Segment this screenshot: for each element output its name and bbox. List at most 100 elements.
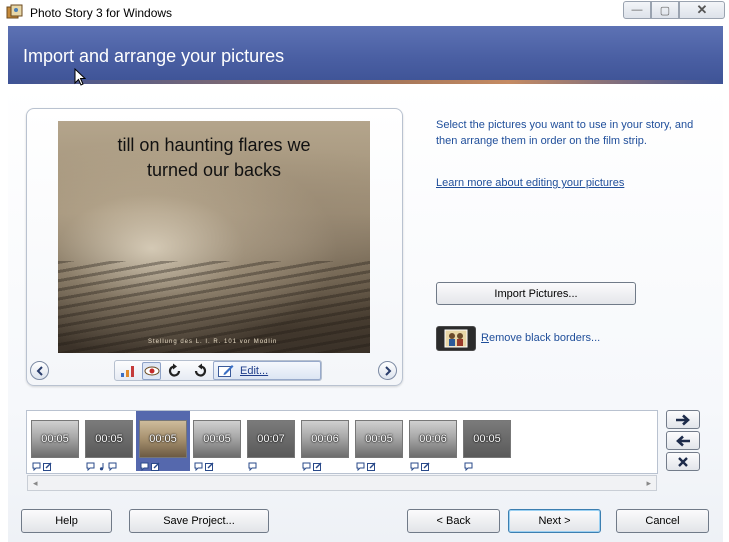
move-left-button[interactable] [666, 431, 700, 450]
photo-caption: till on haunting flares we turned our ba… [58, 133, 370, 183]
thumbnail-duration: 00:05 [41, 433, 69, 445]
remove-black-borders-link[interactable]: Remove black borders... [481, 332, 600, 344]
music-note-icon [97, 460, 106, 471]
film-strip-item[interactable]: 00:05 [460, 411, 514, 472]
thumbnail-status-icons [356, 460, 376, 472]
narration-comment-icon [194, 460, 203, 472]
film-strip-item[interactable]: 00:05 [352, 411, 406, 472]
thumbnail-image: 00:05 [139, 420, 187, 458]
learn-more-link[interactable]: Learn more about editing your pictures [436, 177, 624, 189]
photo-caption-line-2: turned our backs [146, 160, 282, 180]
remove-borders-link-hotkey: R [481, 332, 489, 344]
narration-comment-icon [410, 460, 419, 472]
auto-levels-button[interactable] [118, 362, 137, 380]
edit-button-label: Edit... [240, 364, 269, 377]
rotate-clockwise-icon [194, 363, 206, 377]
page-title: Import and arrange your pictures [23, 46, 285, 66]
thumbnail-status-icons [410, 460, 430, 472]
thumbnail-duration: 00:06 [311, 433, 339, 445]
scroll-right-icon[interactable]: ▸ [646, 478, 651, 489]
film-strip-item[interactable]: 00:05 [136, 411, 190, 472]
close-button[interactable]: ✕ [679, 1, 725, 19]
thumbnail-status-icons [32, 460, 52, 472]
narration-comment-icon [32, 460, 41, 472]
arrow-right-icon [384, 365, 391, 376]
narration-comment-icon [302, 460, 311, 472]
maximize-icon: ▢ [659, 4, 671, 17]
minimize-icon: — [631, 4, 643, 16]
thumbnail-status-icons [464, 460, 473, 472]
narration-comment-icon [248, 460, 257, 472]
instructions-text: Select the pictures you want to use in y… [436, 119, 694, 147]
save-project-button[interactable]: Save Project... [129, 509, 269, 533]
film-strip-item[interactable]: 00:05 [28, 411, 82, 472]
thumbnail-image: 00:05 [355, 420, 403, 458]
edited-icon [367, 460, 376, 471]
rotate-left-button[interactable] [165, 362, 184, 380]
thumbnail-image: 00:05 [85, 420, 133, 458]
thumbnail-image: 00:05 [463, 420, 511, 458]
photo-footnote: Stellung des L. I. R. 101 vor Modlin [148, 339, 278, 345]
close-icon: ✕ [696, 2, 708, 17]
arrow-left-icon [36, 365, 43, 376]
red-eye-icon [144, 366, 159, 376]
move-right-button[interactable] [666, 410, 700, 429]
photo-caption-line-1: till on haunting flares we [117, 135, 311, 155]
film-strip-item[interactable]: 00:06 [298, 411, 352, 472]
remove-borders-link-label: emove black borders... [488, 332, 601, 344]
film-strip-item[interactable]: 00:07 [244, 411, 298, 472]
rotate-counterclockwise-icon [168, 363, 180, 377]
next-button[interactable]: Next > [508, 509, 601, 533]
thumbnail-duration: 00:05 [203, 433, 231, 445]
back-button[interactable]: < Back [407, 509, 500, 533]
narration-comment-icon [86, 460, 95, 472]
window-controls: — ▢ ✕ [623, 1, 725, 19]
title-bar: Photo Story 3 for Windows — ▢ ✕ [0, 0, 729, 26]
window-title: Photo Story 3 for Windows [30, 6, 173, 20]
delete-x-icon [678, 456, 688, 467]
thumbnail-duration: 00:07 [257, 433, 285, 445]
thumbnail-duration: 00:05 [95, 433, 123, 445]
edit-button[interactable]: Edit... [213, 361, 321, 380]
edited-icon [421, 460, 430, 471]
thumbnail-status-icons [302, 460, 322, 472]
film-strip-item[interactable]: 00:05 [190, 411, 244, 472]
edited-icon [151, 460, 160, 471]
remove-picture-button[interactable] [666, 452, 700, 471]
remove-borders-button[interactable] [436, 326, 476, 351]
thumbnail-image: 00:06 [409, 420, 457, 458]
film-strip-item[interactable]: 00:06 [406, 411, 460, 472]
page-header: Import and arrange your pictures [8, 26, 723, 84]
next-picture-button[interactable] [378, 361, 397, 380]
mouse-cursor-icon [74, 68, 86, 86]
minimize-button[interactable]: — [623, 1, 651, 19]
film-strip-scrollbar[interactable]: ◂ ▸ [27, 475, 657, 491]
thumbnail-duration: 00:05 [473, 433, 501, 445]
remove-borders-icon [444, 329, 468, 348]
edit-pencil-icon [218, 365, 234, 377]
film-strip-item[interactable]: 00:05 [82, 411, 136, 472]
thumbnail-duration: 00:05 [365, 433, 393, 445]
maximize-button[interactable]: ▢ [651, 1, 679, 19]
thumbnail-status-icons [140, 460, 160, 472]
narration-comment-icon [464, 460, 473, 472]
narration-comment-icon [108, 460, 117, 472]
red-eye-button[interactable] [142, 362, 161, 380]
rotate-right-button[interactable] [190, 362, 209, 380]
cancel-button[interactable]: Cancel [616, 509, 709, 533]
narration-comment-icon [140, 460, 149, 472]
thumbnail-image: 00:06 [301, 420, 349, 458]
thumbnail-status-icons [248, 460, 257, 472]
thumbnail-image: 00:05 [31, 420, 79, 458]
arrow-right-icon [676, 414, 690, 425]
arrow-left-icon [676, 435, 690, 446]
scroll-left-icon[interactable]: ◂ [33, 478, 38, 489]
thumbnail-duration: 00:06 [419, 433, 447, 445]
thumbnail-duration: 00:05 [149, 433, 177, 445]
import-pictures-button[interactable]: Import Pictures... [436, 282, 636, 305]
thumbnail-status-icons [86, 460, 117, 472]
previous-picture-button[interactable] [30, 361, 49, 380]
preview-image: till on haunting flares we turned our ba… [58, 121, 370, 353]
edited-icon [313, 460, 322, 471]
help-button[interactable]: Help [21, 509, 112, 533]
